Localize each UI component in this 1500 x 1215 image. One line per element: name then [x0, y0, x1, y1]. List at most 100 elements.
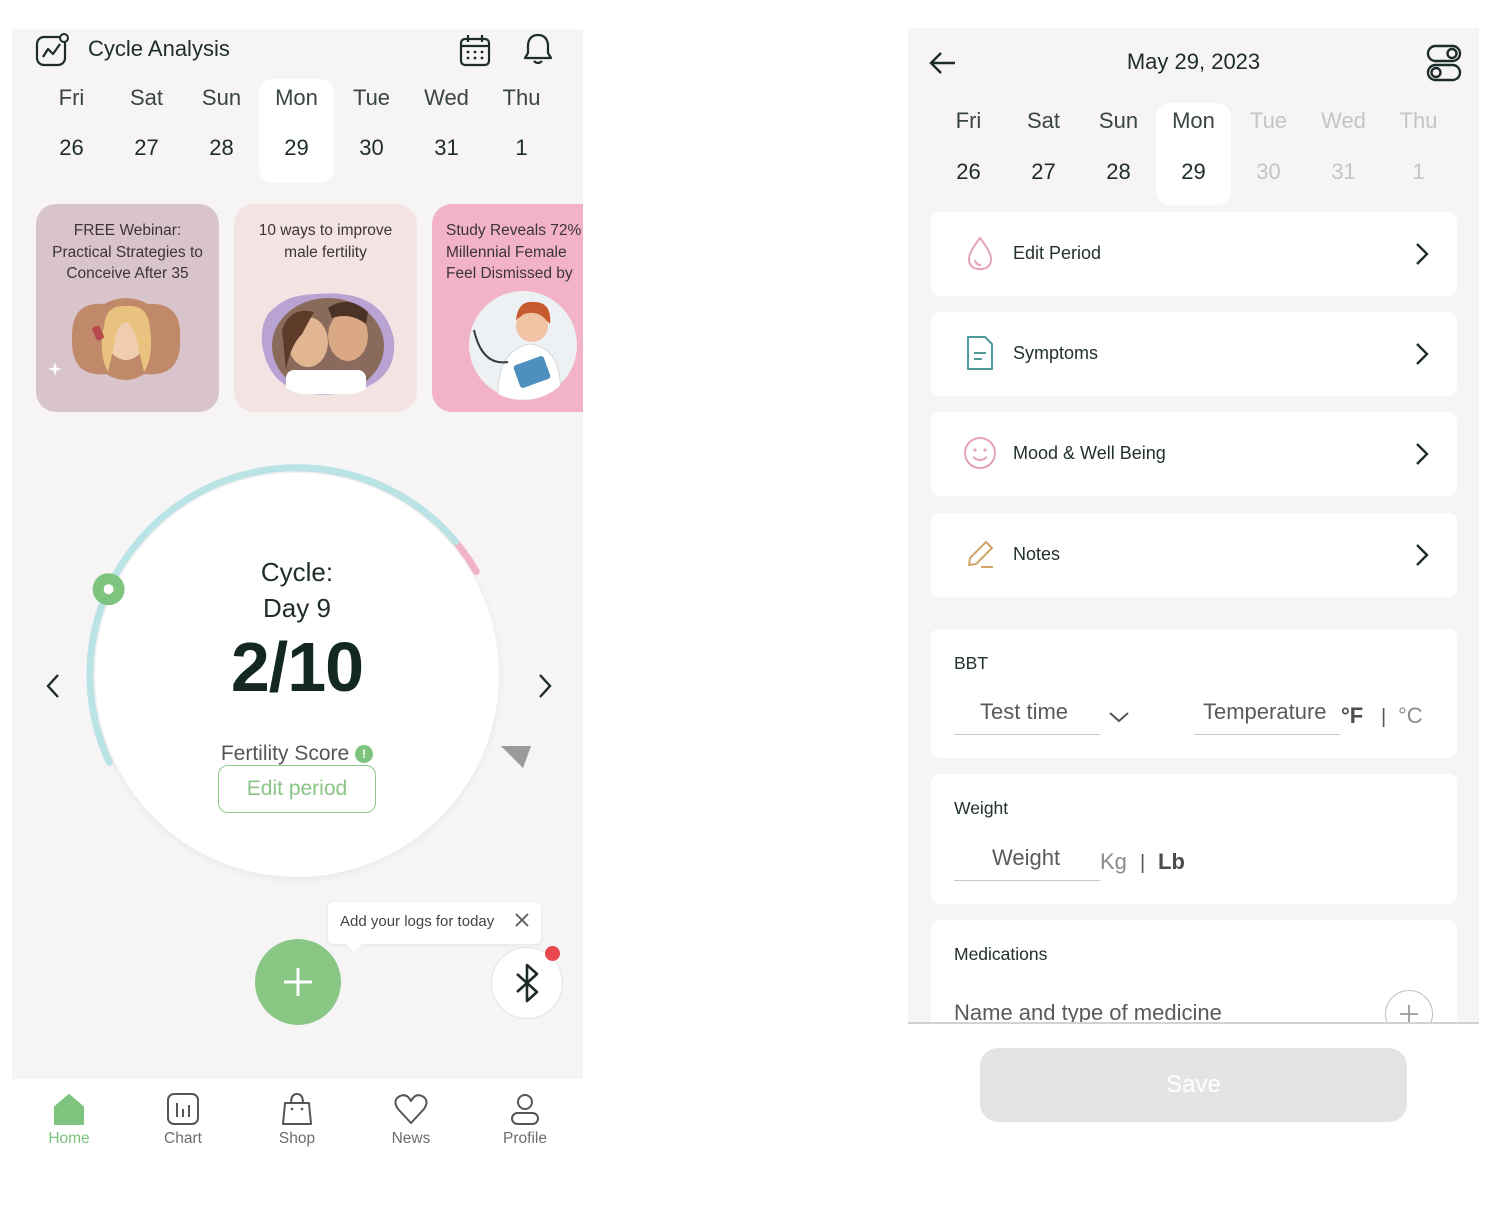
notes-row[interactable]: Notes [931, 513, 1457, 597]
article-card-webinar[interactable]: FREE Webinar: Practical Strategies to Co… [36, 204, 219, 412]
cycle-gauge: Cycle: Day 9 2/10 Fertility Score! Edit … [82, 454, 512, 884]
day-mon-selected[interactable]: Mon 29 [1156, 103, 1231, 205]
article-card-study[interactable]: Study Reveals 72% Millennial Female Feel… [432, 204, 583, 412]
unit-fahrenheit[interactable]: °F [1341, 703, 1363, 729]
article-carousel: FREE Webinar: Practical Strategies to Co… [36, 204, 583, 414]
period-arc [293, 464, 480, 575]
tab-label: News [391, 1130, 431, 1147]
shopping-bag-icon [282, 1092, 312, 1125]
day-date: 30 [359, 135, 384, 160]
tab-news[interactable]: News [366, 1091, 456, 1148]
day-tue[interactable]: Tue 30 [334, 79, 409, 183]
day-name: Thu [502, 85, 541, 110]
day-wed[interactable]: Wed 31 [409, 79, 484, 183]
day-fri[interactable]: Fri 26 [34, 79, 109, 183]
medicine-name-field[interactable]: Name and type of medicine [954, 1000, 1374, 1023]
tab-label: Chart [164, 1130, 202, 1147]
day-date: 27 [134, 135, 159, 160]
cycle-analysis-icon [35, 33, 69, 67]
day-date: 29 [284, 135, 309, 160]
unit-separator: | [1140, 852, 1146, 874]
card-title: 10 ways to improve male fertility [234, 220, 417, 263]
edit-period-row[interactable]: Edit Period [931, 212, 1457, 296]
close-icon[interactable] [513, 911, 531, 929]
fertility-score-label: Fertility Score [220, 742, 350, 765]
day-sun[interactable]: Sun 28 [1081, 103, 1156, 205]
fertility-score: 2/10 [230, 628, 364, 706]
card-title-line: Conceive After 35 [66, 265, 189, 282]
week-strip: Fri 26 Sat 27 Sun 28 Mon 29 Tue 30 Wed 31 Thu 1 [931, 103, 1456, 205]
day-name: Sun [201, 85, 242, 110]
cycle-label: Cycle: [260, 557, 334, 587]
unit-separator: | [1381, 706, 1387, 728]
smiley-icon [964, 437, 996, 469]
tab-label: Home [48, 1130, 90, 1147]
day-date: 1 [515, 135, 528, 160]
chevron-right-icon[interactable] [532, 671, 556, 701]
day-name: Thu [1399, 108, 1438, 133]
save-button[interactable]: Save [980, 1048, 1407, 1122]
chevron-down-icon[interactable] [1107, 709, 1131, 725]
day-mon-selected[interactable]: Mon 29 [259, 79, 334, 183]
medications-panel: Medications Name and type of medicine [931, 920, 1457, 1023]
test-time-field[interactable]: Test time [954, 699, 1100, 735]
tab-chart[interactable]: Chart [138, 1091, 228, 1148]
bell-icon[interactable] [520, 31, 556, 67]
divider [908, 1022, 1479, 1024]
day-thu-disabled: Thu 1 [1381, 103, 1456, 205]
bluetooth-button[interactable] [491, 946, 563, 1019]
home-icon [54, 1094, 84, 1125]
week-strip: Fri 26 Sat 27 Sun 28 Mon 29 Tue 30 Wed 31 Thu 1 [34, 79, 559, 183]
tab-home[interactable]: Home [24, 1091, 114, 1148]
day-name: Wed [424, 85, 469, 110]
day-wed-disabled: Wed 31 [1306, 103, 1381, 205]
day-date: 26 [956, 159, 981, 184]
day-date: 1 [1412, 159, 1425, 184]
edit-period-button[interactable]: Edit period [218, 765, 376, 813]
weight-field[interactable]: Weight [954, 845, 1100, 881]
temperature-field[interactable]: Temperature [1194, 699, 1340, 735]
day-fri[interactable]: Fri 26 [931, 103, 1006, 205]
tab-shop[interactable]: Shop [252, 1091, 342, 1148]
toggle-settings-icon[interactable] [1426, 44, 1462, 82]
day-thu[interactable]: Thu 1 [484, 79, 559, 183]
weight-panel: Weight Weight Kg | Lb [931, 774, 1457, 904]
day-date: 26 [59, 135, 84, 160]
row-label: Symptoms [1013, 343, 1099, 363]
symptoms-row[interactable]: Symptoms [931, 312, 1457, 396]
article-card-male-fertility[interactable]: 10 ways to improve male fertility [234, 204, 417, 412]
day-sat[interactable]: Sat 27 [1006, 103, 1081, 205]
heart-icon [394, 1094, 428, 1124]
medications-heading: Medications [954, 944, 1048, 964]
day-name: Sat [129, 85, 164, 110]
card-title-line: Study Reveals 72% [446, 222, 582, 239]
day-name: Wed [1321, 108, 1366, 133]
card-title-line: Millennial Female [446, 243, 567, 261]
add-medication-button[interactable] [1385, 990, 1433, 1023]
notification-dot [545, 946, 560, 961]
unit-lb[interactable]: Lb [1158, 849, 1185, 875]
card-title: Study Reveals 72% Millennial Female Feel… [432, 220, 583, 285]
day-name: Sat [1026, 108, 1061, 133]
unit-kg[interactable]: Kg [1100, 849, 1127, 875]
chevron-right-icon [1416, 544, 1429, 566]
tab-label: Shop [278, 1130, 316, 1147]
day-date: 31 [1331, 159, 1356, 184]
cycle-day: Day 9 [263, 593, 331, 623]
day-sat[interactable]: Sat 27 [109, 79, 184, 183]
day-date: 28 [209, 135, 234, 160]
tab-profile[interactable]: Profile [480, 1091, 570, 1148]
add-log-button[interactable] [255, 939, 341, 1025]
row-label: Notes [1013, 544, 1061, 564]
tooltip-text: Add your logs for today [340, 913, 495, 930]
row-label: Mood & Well Being [1013, 443, 1166, 463]
unit-celsius[interactable]: °C [1398, 703, 1423, 729]
day-sun[interactable]: Sun 28 [184, 79, 259, 183]
chevron-left-icon[interactable] [42, 671, 66, 701]
mood-row[interactable]: Mood & Well Being [931, 412, 1457, 496]
info-icon[interactable]: ! [355, 745, 374, 763]
calendar-icon[interactable] [457, 32, 493, 68]
droplet-icon [967, 236, 993, 271]
day-name: Fri [955, 108, 982, 133]
bluetooth-icon [516, 963, 539, 1003]
